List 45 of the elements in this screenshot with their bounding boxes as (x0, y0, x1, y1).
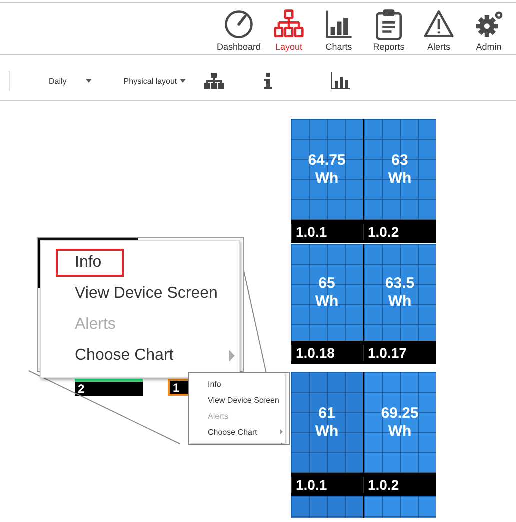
menu-item: Alerts (207, 410, 230, 422)
device-label: 1.0.18 (291, 344, 363, 360)
menu-item[interactable]: View Device Screen (189, 392, 285, 408)
nav-item[interactable]: Reports (366, 9, 412, 52)
menu-item[interactable]: View Device Screen (41, 278, 239, 309)
energy-reading: 64.75 Wh (308, 152, 346, 188)
info-icon[interactable] (264, 73, 272, 89)
gauge-icon[interactable] (222, 9, 256, 40)
view-dropdown[interactable]: Physical layout (124, 76, 186, 86)
nav-item[interactable]: Alerts (416, 9, 462, 52)
device-label: 1.0.17 (363, 344, 435, 360)
caret-icon (86, 79, 92, 83)
energy-reading: 63 Wh (388, 152, 412, 188)
device-label: 1.0.1 (291, 476, 363, 492)
menu-item: Alerts (74, 314, 117, 334)
device-label: 1.0.2 (363, 224, 435, 240)
device-label: 1.0.1 (291, 224, 363, 240)
device-tile[interactable]: 63.5 Wh (364, 244, 436, 341)
device-tile[interactable]: 64.75 Wh (291, 119, 363, 220)
energy-reading: 69.25 Wh (381, 404, 419, 440)
device-label: 1.0.2 (363, 476, 435, 492)
nav-item[interactable]: Dashboard (216, 9, 262, 52)
menu-item[interactable]: Info (189, 376, 285, 392)
device-tile[interactable]: 61 Wh (291, 372, 363, 473)
device-tile[interactable] (291, 496, 363, 518)
warning-icon[interactable] (422, 9, 456, 40)
bar-chart-icon[interactable] (330, 72, 350, 90)
device-tile[interactable]: 65 Wh (291, 244, 363, 341)
nav-item[interactable]: Admin (466, 9, 512, 52)
menu-item[interactable]: Info (41, 247, 239, 278)
hierarchy-icon[interactable] (272, 9, 306, 40)
device-tile[interactable]: 2 (75, 379, 143, 396)
energy-reading: 61 Wh (315, 404, 339, 440)
device-tile[interactable]: 63 Wh (364, 119, 436, 220)
menu-item[interactable]: Choose Chart (189, 424, 285, 440)
hierarchy-icon[interactable] (204, 73, 224, 89)
energy-reading: 63.5 Wh (385, 274, 415, 310)
nav-item[interactable]: Layout (266, 9, 312, 52)
nav-item[interactable]: Charts (316, 9, 362, 52)
period-dropdown[interactable]: Daily (9, 71, 92, 91)
device-tile[interactable]: 1 (168, 379, 190, 396)
caret-icon (180, 79, 186, 83)
menu-item[interactable]: Choose Chart (41, 340, 239, 371)
device-tile[interactable] (364, 496, 436, 518)
energy-reading: 65 Wh (315, 274, 339, 310)
